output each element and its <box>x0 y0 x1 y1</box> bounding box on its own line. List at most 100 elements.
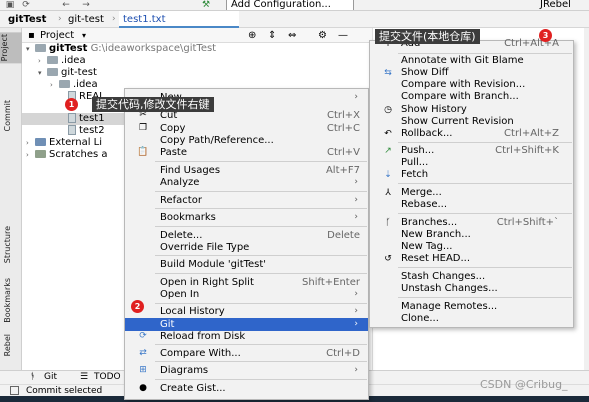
chevron-right-icon: › <box>354 365 358 375</box>
git-item-rebase[interactable]: Rebase... <box>370 199 573 211</box>
breadcrumb-separator-icon: › <box>112 14 116 24</box>
menu-item-refactor[interactable]: Refactor › <box>125 194 368 207</box>
tab-git[interactable]: Git <box>44 371 57 384</box>
git-item-new-tag[interactable]: New Tag... <box>370 241 573 253</box>
menu-separator <box>155 379 367 380</box>
menu-separator <box>155 191 367 192</box>
folder-icon <box>59 80 70 88</box>
scratches-icon <box>35 150 46 158</box>
tab-commit[interactable]: Commit <box>3 100 12 131</box>
expand-all-icon[interactable]: ⇕ <box>268 28 276 43</box>
git-item-new-branch[interactable]: New Branch... <box>370 229 573 241</box>
git-item-compare-revision[interactable]: Compare with Revision... <box>370 79 573 91</box>
menu-item-diagrams[interactable]: ⊞ Diagrams › <box>125 364 368 377</box>
tree-item[interactable]: ▾ gitTest G:\ideaworkspace\gitTest <box>22 43 372 55</box>
folder-icon <box>47 56 58 64</box>
sync-icon[interactable]: ⟳ <box>20 0 32 10</box>
folder-icon <box>35 44 46 52</box>
menu-item-reload-from-disk[interactable]: ⟳ Reload from Disk <box>125 330 368 343</box>
compare-icon: ⇄ <box>139 348 147 358</box>
chevron-down-icon[interactable]: ▾ <box>38 67 47 79</box>
git-item-branches[interactable]: ᚴ Branches... Ctrl+Shift+` <box>370 217 573 229</box>
menu-separator <box>155 226 367 227</box>
right-tool-stripe <box>584 28 589 370</box>
git-item-show-diff[interactable]: ⇆ Show Diff <box>370 67 573 79</box>
menu-item-create-gist[interactable]: ● Create Gist... <box>125 382 368 395</box>
git-item-pull[interactable]: Pull... <box>370 157 573 169</box>
annotation-callout-3: 提交文件(本地仓库) <box>375 29 480 44</box>
tab-structure[interactable]: Structure <box>3 226 12 263</box>
git-item-compare-branch[interactable]: Compare with Branch... <box>370 91 573 103</box>
chevron-right-icon[interactable]: › <box>50 79 59 91</box>
add-configuration-button[interactable]: Add Configuration... <box>226 0 354 10</box>
menu-item-build-module[interactable]: Build Module 'gitTest' <box>125 258 368 271</box>
github-icon: ● <box>139 383 147 393</box>
menu-separator <box>398 213 572 214</box>
menu-separator <box>398 297 572 298</box>
menu-separator <box>398 53 572 54</box>
back-icon[interactable]: ← <box>60 0 72 10</box>
breadcrumb: gitTest › git-test › <box>0 11 589 28</box>
tree-item[interactable]: › .idea <box>22 55 372 67</box>
tree-item[interactable]: ▾ git-test <box>22 67 372 79</box>
menu-separator <box>398 267 572 268</box>
git-item-clone[interactable]: Clone... <box>370 313 573 325</box>
library-icon <box>35 138 46 146</box>
tab-bookmarks[interactable]: Bookmarks <box>3 278 12 323</box>
menu-item-bookmarks[interactable]: Bookmarks › <box>125 211 368 224</box>
tab-jrebel[interactable]: Rebel <box>3 334 12 356</box>
git-item-show-history[interactable]: ◷ Show History <box>370 104 573 116</box>
git-item-annotate[interactable]: Annotate with Git Blame <box>370 55 573 67</box>
chevron-down-icon[interactable]: ▾ <box>26 43 35 55</box>
gear-icon[interactable]: ⚙ <box>318 28 327 43</box>
forward-icon[interactable]: → <box>80 0 92 10</box>
git-item-push[interactable]: ↗ Push... Ctrl+Shift+K <box>370 145 573 157</box>
menu-item-paste[interactable]: 📋 Paste Ctrl+V <box>125 146 368 159</box>
menu-separator <box>155 361 367 362</box>
chevron-right-icon[interactable]: › <box>38 55 47 67</box>
git-item-reset-head[interactable]: ↺ Reset HEAD... <box>370 253 573 265</box>
collapse-all-icon[interactable]: ⇔ <box>288 28 296 43</box>
git-item-merge[interactable]: ⅄ Merge... <box>370 187 573 199</box>
menu-item-compare-with[interactable]: ⇄ Compare With... Ctrl+D <box>125 347 368 360</box>
list-icon: ☰ <box>80 372 89 382</box>
git-item-unstash[interactable]: Unstash Changes... <box>370 283 573 295</box>
chevron-down-icon[interactable]: ▾ <box>82 28 86 43</box>
jrebel-dropdown[interactable]: JRebel <box>540 0 571 10</box>
menu-item-local-history[interactable]: Local History › <box>125 305 368 318</box>
chevron-right-icon[interactable]: › <box>26 137 35 149</box>
checkbox-icon <box>10 386 19 395</box>
menu-item-analyze[interactable]: Analyze › <box>125 176 368 189</box>
menu-item-open-in[interactable]: Open In › <box>125 288 368 301</box>
editor-tab-test1[interactable]: test1.txt <box>119 11 239 28</box>
menu-separator <box>155 273 367 274</box>
tab-todo[interactable]: TODO <box>94 371 121 384</box>
breadcrumb-item[interactable]: gitTest <box>8 11 46 28</box>
fetch-icon: ⇣ <box>384 170 392 180</box>
chevron-right-icon[interactable]: › <box>26 149 35 161</box>
push-icon: ↗ <box>384 146 392 156</box>
main-toolbar: ▣ ⟳ ← → ⚒ Add Configuration... JRebel <box>0 0 589 11</box>
git-item-stash[interactable]: Stash Changes... <box>370 271 573 283</box>
build-hammer-icon[interactable]: ⚒ <box>200 0 212 10</box>
git-item-show-current-revision[interactable]: Show Current Revision <box>370 116 573 128</box>
project-panel-title[interactable]: Project <box>40 28 74 43</box>
menu-separator <box>398 142 572 143</box>
tab-project[interactable]: Project <box>0 32 22 64</box>
git-item-fetch[interactable]: ⇣ Fetch <box>370 169 573 181</box>
annotation-callout-1: 提交代码,修改文件右键 <box>92 97 214 112</box>
git-item-rollback[interactable]: ↶ Rollback... Ctrl+Alt+Z <box>370 128 573 140</box>
clock-icon: ◷ <box>384 105 392 115</box>
minimize-icon[interactable]: — <box>338 28 348 43</box>
menu-item-override-file-type[interactable]: Override File Type <box>125 241 368 254</box>
paste-icon: 📋 <box>137 147 149 157</box>
locate-icon[interactable]: ⊕ <box>248 28 256 43</box>
branch-icon: ᚴ <box>385 218 391 228</box>
save-icon[interactable]: ▣ <box>4 0 16 10</box>
status-text: Commit selected <box>26 386 103 396</box>
menu-separator <box>155 344 367 345</box>
breadcrumb-item[interactable]: git-test <box>68 11 104 28</box>
folder-icon <box>47 68 58 76</box>
git-item-manage-remotes[interactable]: Manage Remotes... <box>370 301 573 313</box>
menu-separator <box>398 183 572 184</box>
